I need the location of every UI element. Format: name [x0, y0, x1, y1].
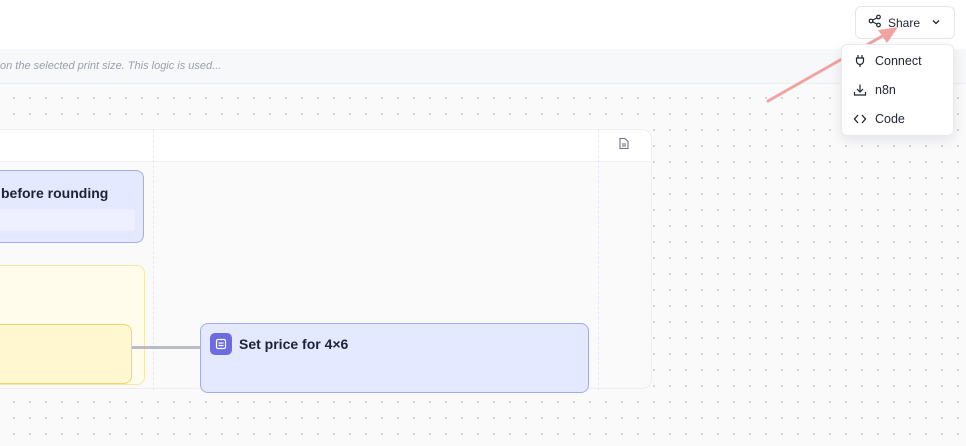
menu-item-label: n8n — [875, 83, 896, 97]
share-menu: Connect n8n Code — [841, 44, 954, 136]
menu-item-code[interactable]: Code — [842, 106, 955, 132]
annotation-arrow — [766, 27, 898, 103]
menu-item-n8n[interactable]: n8n — [842, 77, 955, 103]
menu-item-connect[interactable]: Connect — [842, 48, 955, 74]
download-icon — [853, 83, 867, 97]
menu-item-label: Code — [875, 112, 905, 126]
code-icon — [853, 112, 867, 126]
plug-icon — [853, 54, 867, 68]
menu-item-label: Connect — [875, 54, 922, 68]
